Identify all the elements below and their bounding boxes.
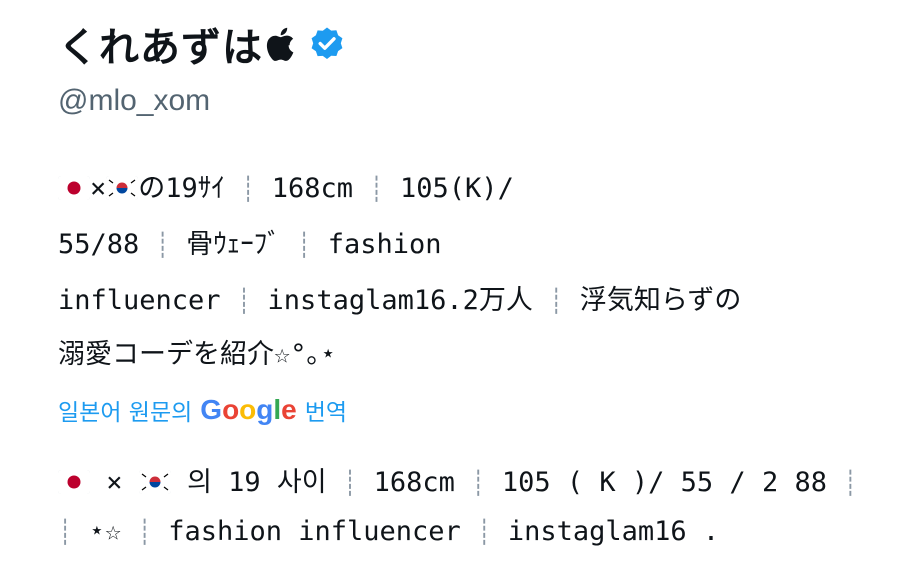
- display-name: くれあずは: [58, 25, 263, 71]
- bio-followers: instaglam16.2万人: [267, 285, 533, 316]
- bio-height: 168cm: [373, 467, 455, 498]
- apple-logo-icon: [265, 26, 295, 62]
- bio-line-3: influencer ┊ instaglam16.2万人 ┊ 浮気知らずの: [58, 278, 741, 317]
- bio-text: 의 19 사이: [187, 467, 327, 498]
- translated-line-2: ┊ ⋆☆ ┊ fashion influencer ┊ instaglam16 …: [58, 516, 719, 547]
- bio-translated: × 의 19 사이 ┊ 168cm ┊ 105 ( K )/ 55 / 2 88…: [58, 460, 898, 570]
- verified-badge-icon[interactable]: [309, 26, 345, 62]
- bio-text: ⋆☆: [88, 516, 122, 547]
- separator: ┊: [297, 231, 312, 259]
- bio-original: × の19ｻｲ ┊ 168cm ┊ 105(K)/ 55/88 ┊ 骨ｳｪｰﾌﾞ…: [58, 160, 898, 380]
- separator: ┊: [137, 518, 152, 546]
- japan-flag-icon: [58, 176, 90, 200]
- separator: ┊: [549, 287, 564, 315]
- separator: ┊: [241, 175, 256, 203]
- separator: ┊: [155, 231, 170, 259]
- bio-text: 溺愛コーデを紹介☆°｡⋆: [58, 339, 337, 370]
- bio-text: fashion: [327, 229, 442, 260]
- separator: ┊: [369, 175, 384, 203]
- korea-flag-icon: [106, 176, 139, 200]
- separator: ┊: [236, 287, 252, 315]
- bio-text: 浮気知らずの: [579, 285, 742, 316]
- translate-link[interactable]: 일본어 원문의 Google 번역: [58, 393, 347, 427]
- separator: ┊: [471, 469, 486, 497]
- separator: ┊: [843, 469, 858, 497]
- separator: ┊: [342, 469, 358, 497]
- bio-line-1: × の19ｻｲ ┊ 168cm ┊ 105(K)/: [58, 166, 514, 205]
- bio-measurement: 105 ( K )/ 55 / 2 88: [501, 467, 827, 498]
- translate-suffix: 번역: [304, 400, 348, 426]
- bio-text: influencer: [58, 285, 221, 316]
- bio-height: 168cm: [271, 173, 354, 204]
- translated-line-1: × 의 19 사이 ┊ 168cm ┊ 105 ( K )/ 55 / 2 88…: [58, 460, 858, 499]
- bio-followers: instaglam16 .: [507, 516, 720, 547]
- separator: ┊: [477, 518, 492, 546]
- profile-header: くれあずは @mlo_xom × の19ｻｲ ┊ 168cm ┊ 105(K)/: [0, 0, 922, 579]
- korea-flag-icon: [138, 470, 171, 494]
- bio-text: fashion influencer: [168, 516, 461, 547]
- cross-symbol: ×: [90, 173, 107, 204]
- separator: ┊: [58, 518, 73, 546]
- bio-text: の19ｻｲ: [138, 173, 225, 204]
- bio-line-2: 55/88 ┊ 骨ｳｪｰﾌﾞ ┊ fashion: [58, 222, 442, 261]
- cross-symbol: ×: [106, 467, 123, 498]
- name-row: くれあずは: [58, 14, 345, 74]
- google-logo: Google: [200, 394, 297, 425]
- translate-prefix: 일본어 원문의: [58, 400, 193, 426]
- japan-flag-icon: [58, 470, 90, 494]
- bio-body-type: 骨ｳｪｰﾌﾞ: [186, 229, 281, 260]
- bio-line-4: 溺愛コーデを紹介☆°｡⋆: [58, 332, 336, 371]
- bio-measurement: 105(K)/: [400, 173, 514, 204]
- bio-measurement: 55/88: [58, 229, 140, 260]
- user-handle[interactable]: @mlo_xom: [58, 84, 210, 118]
